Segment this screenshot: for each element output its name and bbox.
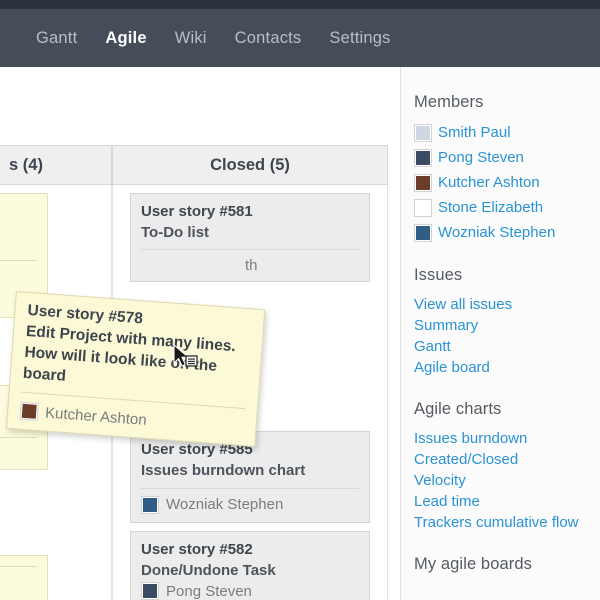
member-link-kutcher-ashton[interactable]: Kutcher Ashton: [438, 172, 540, 193]
card-closed-582[interactable]: User story #582 Done/Undone Task Pong St…: [130, 531, 370, 600]
dragged-card-578[interactable]: User story #578 Edit Project with many l…: [6, 291, 265, 447]
link-gantt[interactable]: Gantt: [414, 336, 600, 357]
column-title-closed: Closed (5): [210, 156, 290, 175]
member-row[interactable]: Stone Elizabeth: [414, 196, 600, 219]
link-issues-burndown[interactable]: Issues burndown: [414, 428, 600, 449]
nav-item-settings[interactable]: Settings: [315, 9, 404, 67]
member-link-wozniak-stephen[interactable]: Wozniak Stephen: [438, 222, 555, 243]
members-heading: Members: [414, 93, 600, 112]
nav-items: Gantt Agile Wiki Contacts Settings: [22, 9, 405, 67]
avatar-icon: [141, 496, 159, 514]
agile-board: s (4) Closed (5) t p en rds: [0, 67, 400, 600]
card-id-582: User story #582: [141, 540, 359, 560]
issues-heading: Issues: [414, 266, 600, 285]
card-assignee-582: Pong Steven: [166, 583, 252, 600]
link-lead-time[interactable]: Lead time: [414, 491, 600, 512]
avatar-icon: [414, 199, 432, 217]
column-header-in-progress: s (4): [0, 145, 112, 185]
link-velocity[interactable]: Velocity: [414, 470, 600, 491]
nav-item-contacts[interactable]: Contacts: [221, 9, 316, 67]
member-link-pong-steven[interactable]: Pong Steven: [438, 147, 524, 168]
link-agile-board[interactable]: Agile board: [414, 357, 600, 378]
card-subtitle-581: To-Do list: [141, 222, 359, 243]
dragged-card-assignee: Kutcher Ashton: [45, 404, 148, 428]
member-row[interactable]: Kutcher Ashton: [414, 171, 600, 194]
avatar-icon: [414, 149, 432, 167]
card-footer: en: [0, 261, 37, 292]
agile-charts-heading: Agile charts: [414, 400, 600, 419]
card-subtitle-585: Issues burndown chart: [141, 460, 359, 481]
member-row[interactable]: Pong Steven: [414, 146, 600, 169]
member-link-smith-paul[interactable]: Smith Paul: [438, 122, 511, 143]
nav-item-gantt[interactable]: Gantt: [22, 9, 91, 67]
member-row[interactable]: Wozniak Stephen: [414, 221, 600, 244]
avatar-icon: [20, 402, 39, 421]
column-title-in-progress: s (4): [9, 156, 43, 175]
avatar-icon: [414, 174, 432, 192]
avatar-icon: [414, 224, 432, 242]
card-divider: [0, 437, 37, 438]
nav-item-wiki[interactable]: Wiki: [161, 9, 221, 67]
link-summary[interactable]: Summary: [414, 315, 600, 336]
top-accent-strip: [0, 0, 600, 9]
card-assignee-581: th: [245, 257, 258, 274]
member-link-stone-elizabeth[interactable]: Stone Elizabeth: [438, 197, 543, 218]
mouse-cursor-icon: [173, 344, 207, 377]
right-sidebar: Members Smith Paul Pong Steven Kutcher A…: [400, 67, 600, 600]
member-row[interactable]: Smith Paul: [414, 121, 600, 144]
issues-links: View all issues Summary Gantt Agile boar…: [414, 294, 600, 378]
card-footer-581: th: [141, 250, 359, 281]
column-header-closed: Closed (5): [112, 145, 388, 185]
link-view-all-issues[interactable]: View all issues: [414, 294, 600, 315]
card-id-581: User story #581: [141, 202, 359, 222]
avatar-icon: [141, 582, 159, 600]
avatar-icon: [414, 124, 432, 142]
card-closed-581[interactable]: User story #581 To-Do list th: [130, 193, 370, 282]
page-body: s (4) Closed (5) t p en rds: [0, 67, 600, 600]
link-trackers-cumulative-flow[interactable]: Trackers cumulative flow: [414, 512, 600, 533]
card-in-progress-3[interactable]: [0, 555, 48, 600]
card-subtitle-582: Done/Undone Task: [141, 560, 359, 581]
card-assignee-585: Wozniak Stephen: [166, 496, 283, 513]
my-agile-boards-heading: My agile boards: [414, 555, 600, 574]
card-id-fragment: t p: [0, 226, 37, 246]
link-created-closed[interactable]: Created/Closed: [414, 449, 600, 470]
card-divider: [0, 566, 37, 567]
card-footer-585: Wozniak Stephen: [141, 489, 359, 520]
card-footer-582: Pong Steven: [141, 580, 359, 600]
agile-charts-links: Issues burndown Created/Closed Velocity …: [414, 428, 600, 533]
nav-item-agile[interactable]: Agile: [91, 9, 160, 67]
